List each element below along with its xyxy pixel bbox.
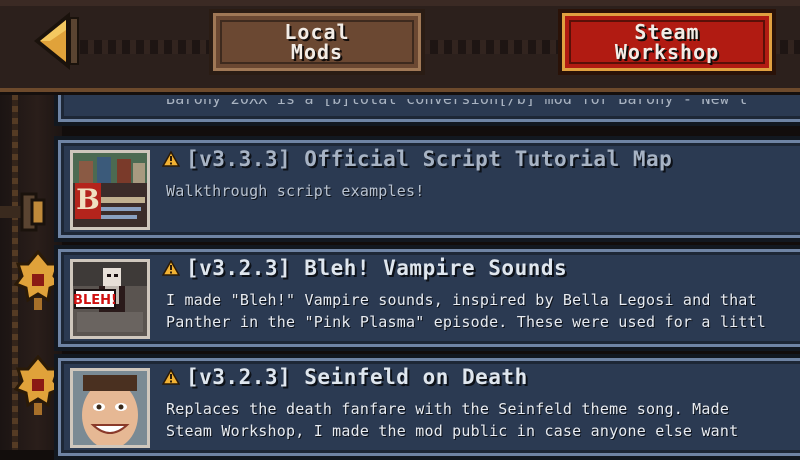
- mod-description: Barony 20XX is a [b]total conversion[/b]…: [166, 90, 748, 108]
- mod-row[interactable]: [v3.2.3] Seinfeld on Death Replaces the …: [54, 354, 800, 460]
- mod-description: Replaces the death fanfare with the Sein…: [166, 398, 738, 442]
- mod-thumbnail: B: [70, 150, 150, 230]
- mod-description: Walkthrough script examples!: [166, 180, 424, 202]
- svg-text:B: B: [76, 183, 100, 216]
- warning-icon: [162, 260, 180, 276]
- mod-title-row: [v3.3.3] Official Script Tutorial Map: [162, 147, 672, 171]
- mod-description: I made "Bleh!" Vampire sounds, inspired …: [166, 289, 766, 333]
- tab-steam-workshop[interactable]: Steam Workshop: [558, 9, 776, 75]
- mod-title-row: [v3.2.3] Seinfeld on Death: [162, 365, 528, 389]
- mod-list[interactable]: Barony 20XX is a [b]total conversion[/b]…: [54, 84, 800, 460]
- mod-row[interactable]: B [v3.3.3] Official Script Tutorial Map …: [54, 136, 800, 242]
- mod-row[interactable]: BLEH! [v3.2.3] Bleh! Vampire Sounds I ma…: [54, 245, 800, 351]
- warning-icon: [162, 369, 180, 385]
- tab-local-mods[interactable]: Local Mods: [209, 9, 425, 75]
- mod-title: [v3.2.3] Bleh! Vampire Sounds: [186, 256, 568, 280]
- barony-scripting-thumbnail: B: [73, 153, 147, 227]
- bleh-vampire-thumbnail: BLEH!: [73, 262, 147, 336]
- thumbnail-text: BLEH!: [73, 293, 117, 308]
- mod-description-line: Walkthrough script examples!: [166, 182, 425, 200]
- mod-title-row: [v3.2.3] Bleh! Vampire Sounds: [162, 256, 567, 280]
- mod-description-line: Panther in the "Pink Plasma" episode. Th…: [166, 313, 766, 331]
- tab-label: Local Mods: [284, 20, 350, 64]
- mod-title: [v3.3.3] Official Script Tutorial Map: [186, 147, 673, 171]
- mod-thumbnail: [70, 368, 150, 448]
- header-bar: Local Mods Steam Workshop: [0, 0, 800, 92]
- mod-description-line: Replaces the death fanfare with the Sein…: [166, 400, 730, 418]
- warning-icon: [162, 151, 180, 167]
- mod-description-line: Steam Workshop, I made the mod public in…: [166, 422, 739, 440]
- hook-icon: [0, 192, 46, 232]
- seinfeld-face-thumbnail: [73, 371, 147, 445]
- mod-thumbnail: BLEH!: [70, 259, 150, 339]
- tab-label: Steam Workshop: [614, 20, 720, 64]
- left-arrow-icon[interactable]: [30, 8, 82, 74]
- mod-title: [v3.2.3] Seinfeld on Death: [186, 365, 528, 389]
- mod-description-line: I made "Bleh!" Vampire sounds, inspired …: [166, 291, 757, 309]
